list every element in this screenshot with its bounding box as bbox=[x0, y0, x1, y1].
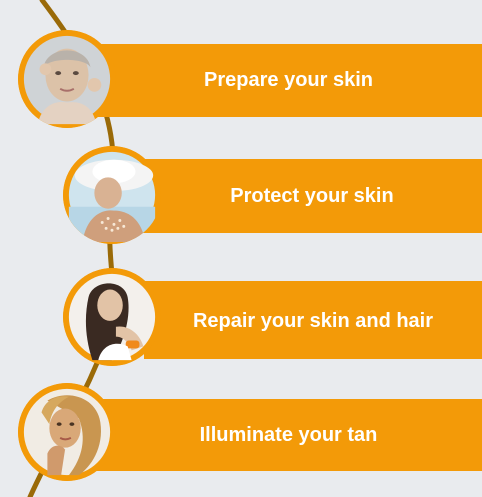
step-bar: Repair your skin and hair bbox=[144, 281, 482, 359]
woman-sun-hat-photo bbox=[63, 146, 161, 244]
step-bar: Protect your skin bbox=[142, 159, 482, 233]
step-label: Prepare your skin bbox=[204, 69, 373, 91]
step-bar: Illuminate your tan bbox=[95, 399, 482, 471]
step-bar: Prepare your skin bbox=[95, 44, 482, 117]
woman-long-hair-photo bbox=[63, 268, 161, 366]
beauty-steps-infographic: Prepare your skin Protect your skin Repa… bbox=[0, 0, 482, 497]
woman-applying-cream-photo bbox=[18, 30, 116, 128]
step-label: Repair your skin and hair bbox=[192, 309, 434, 332]
step-label: Illuminate your tan bbox=[199, 423, 378, 446]
woman-golden-tan-photo bbox=[18, 383, 116, 481]
step-label: Protect your skin bbox=[230, 184, 394, 207]
